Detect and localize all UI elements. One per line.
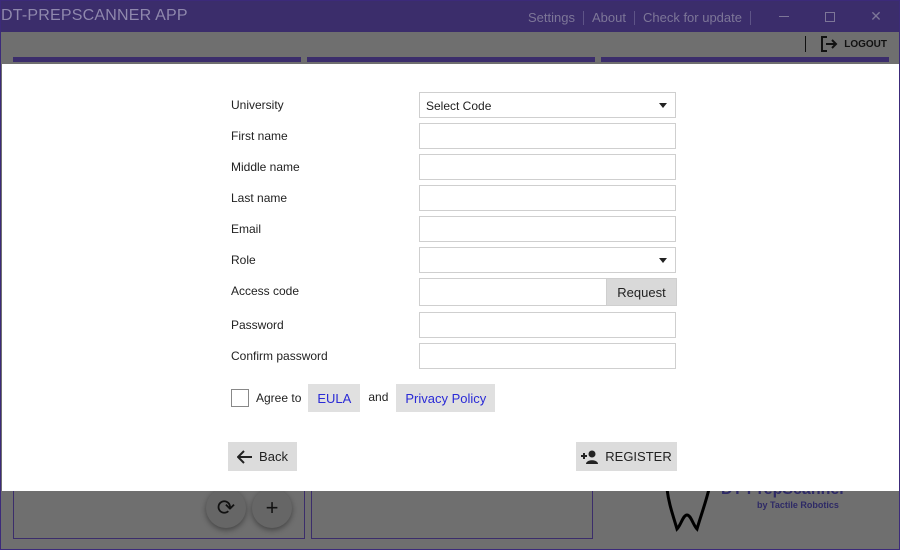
tab-indicator <box>307 57 595 62</box>
password-input[interactable] <box>419 312 676 338</box>
minimize-button[interactable] <box>761 1 807 32</box>
university-value: Select Code <box>426 99 492 113</box>
toolbar: LOGOUT <box>1 32 899 60</box>
password-row: Password <box>231 312 677 338</box>
registration-dialog: University Select Code First name Middle… <box>2 64 899 491</box>
role-row: Role <box>231 247 677 273</box>
confirm-password-input[interactable] <box>419 343 676 369</box>
chevron-down-icon <box>659 103 667 108</box>
about-menu-item[interactable]: About <box>592 10 626 25</box>
access-code-label: Access code <box>231 284 300 298</box>
middle-name-row: Middle name <box>231 154 677 180</box>
request-button[interactable]: Request <box>606 278 677 306</box>
check-update-menu-item[interactable]: Check for update <box>643 10 742 25</box>
first-name-row: First name <box>231 123 677 149</box>
add-user-icon <box>581 450 599 464</box>
university-row: University Select Code <box>231 92 677 118</box>
menu-divider <box>583 10 584 25</box>
app-title: DT-PREPSCANNER APP <box>1 7 188 24</box>
access-code-row: Access code Request <box>231 278 677 306</box>
menu-divider <box>750 10 751 25</box>
register-label: REGISTER <box>605 449 672 464</box>
email-row: Email <box>231 216 677 242</box>
university-select[interactable]: Select Code <box>419 92 676 118</box>
and-label: and <box>368 390 389 404</box>
logo-subtitle: by Tactile Robotics <box>757 500 839 510</box>
role-label: Role <box>231 253 256 267</box>
agree-to-label: Agree to <box>256 391 302 405</box>
confirm-password-row: Confirm password <box>231 343 677 369</box>
access-code-input[interactable] <box>419 278 606 306</box>
last-name-label: Last name <box>231 191 288 205</box>
logout-icon <box>821 36 838 52</box>
logout-button[interactable]: LOGOUT <box>805 36 887 52</box>
middle-name-label: Middle name <box>231 160 300 174</box>
tooth-logo-icon <box>665 488 711 532</box>
first-name-label: First name <box>231 129 288 143</box>
tab-strip <box>13 57 889 62</box>
app-window: DT-PREPSCANNER APP Settings About Check … <box>0 0 900 550</box>
refresh-button[interactable]: ⟳ <box>206 488 246 528</box>
register-button[interactable]: REGISTER <box>576 442 677 471</box>
last-name-row: Last name <box>231 185 677 211</box>
toolbar-divider <box>805 36 807 52</box>
agreement-row: Agree to EULA and Privacy Policy <box>231 384 496 412</box>
settings-menu-item[interactable]: Settings <box>528 10 575 25</box>
privacy-policy-link[interactable]: Privacy Policy <box>396 384 496 412</box>
close-icon: ✕ <box>870 8 882 24</box>
title-menu: Settings About Check for update <box>528 10 759 25</box>
logout-label: LOGOUT <box>844 38 887 50</box>
add-button[interactable]: + <box>252 488 292 528</box>
plus-icon: + <box>265 495 279 520</box>
minimize-icon <box>779 16 789 17</box>
last-name-input[interactable] <box>419 185 676 211</box>
first-name-input[interactable] <box>419 123 676 149</box>
eula-link[interactable]: EULA <box>308 384 361 412</box>
back-label: Back <box>259 449 288 464</box>
refresh-icon: ⟳ <box>216 495 236 520</box>
confirm-password-label: Confirm password <box>231 349 328 363</box>
menu-divider <box>633 10 635 25</box>
email-input[interactable] <box>419 216 676 242</box>
back-button[interactable]: Back <box>228 442 297 471</box>
maximize-button[interactable] <box>807 1 853 32</box>
agree-checkbox[interactable] <box>231 389 249 407</box>
tab-indicator <box>601 57 889 62</box>
university-label: University <box>231 98 284 112</box>
tab-indicator <box>13 57 301 62</box>
title-bar: DT-PREPSCANNER APP Settings About Check … <box>1 1 899 32</box>
chevron-down-icon <box>659 258 667 263</box>
email-label: Email <box>231 222 262 236</box>
middle-name-input[interactable] <box>419 154 676 180</box>
role-select[interactable] <box>419 247 676 273</box>
window-controls: ✕ <box>761 1 899 32</box>
close-button[interactable]: ✕ <box>853 1 899 32</box>
password-label: Password <box>231 318 284 332</box>
arrow-left-icon <box>237 449 253 464</box>
maximize-icon <box>825 11 835 22</box>
